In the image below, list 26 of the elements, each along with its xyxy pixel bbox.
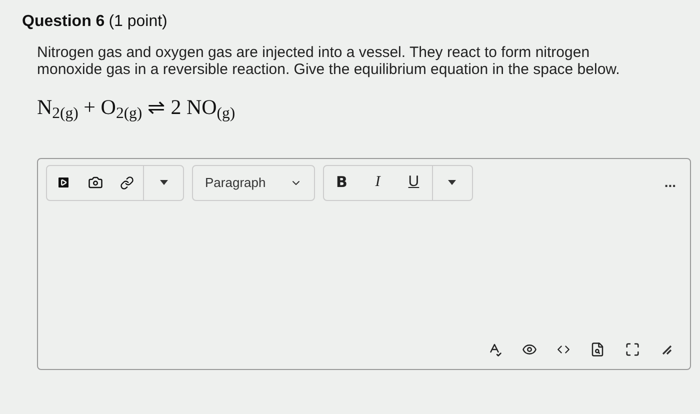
link-icon (120, 176, 134, 190)
question-title: Question 6 (22, 12, 105, 32)
fullscreen-button[interactable] (625, 342, 640, 356)
underline-button[interactable]: U (396, 166, 432, 200)
bold-button[interactable]: B (324, 166, 360, 200)
caret-icon (448, 180, 456, 185)
video-icon (56, 175, 70, 190)
source-code-button[interactable] (557, 342, 570, 356)
caret-icon (160, 180, 168, 185)
italic-button[interactable]: I (360, 166, 396, 200)
question-points: (1 point) (108, 12, 168, 32)
resize-handle-icon[interactable] (660, 343, 672, 355)
camera-icon (88, 175, 102, 190)
accessibility-check-button[interactable] (522, 342, 537, 356)
answer-editor[interactable]: Paragraph B I U ... (37, 158, 691, 370)
file-search-icon (590, 342, 605, 356)
fullscreen-icon (625, 342, 640, 356)
paragraph-dropdown[interactable]: Paragraph (192, 164, 315, 200)
eye-icon (522, 342, 537, 356)
spellcheck-button[interactable] (487, 342, 502, 356)
question-prompt: Nitrogen gas and oxygen gas are injected into a vessel. They react to form nitrogen monoxide gas in a reversible reaction. Give the equilibrium equation in the space below. (37, 44, 621, 78)
preview-button[interactable] (590, 342, 605, 356)
more-button[interactable]: ... (664, 172, 676, 193)
equation: N$_{2(g)}$ + O$_{2(g)}$ ⇌ 2 NO$_{(g)}$ (37, 95, 236, 119)
spellcheck-icon (487, 342, 502, 356)
code-icon (557, 342, 570, 356)
